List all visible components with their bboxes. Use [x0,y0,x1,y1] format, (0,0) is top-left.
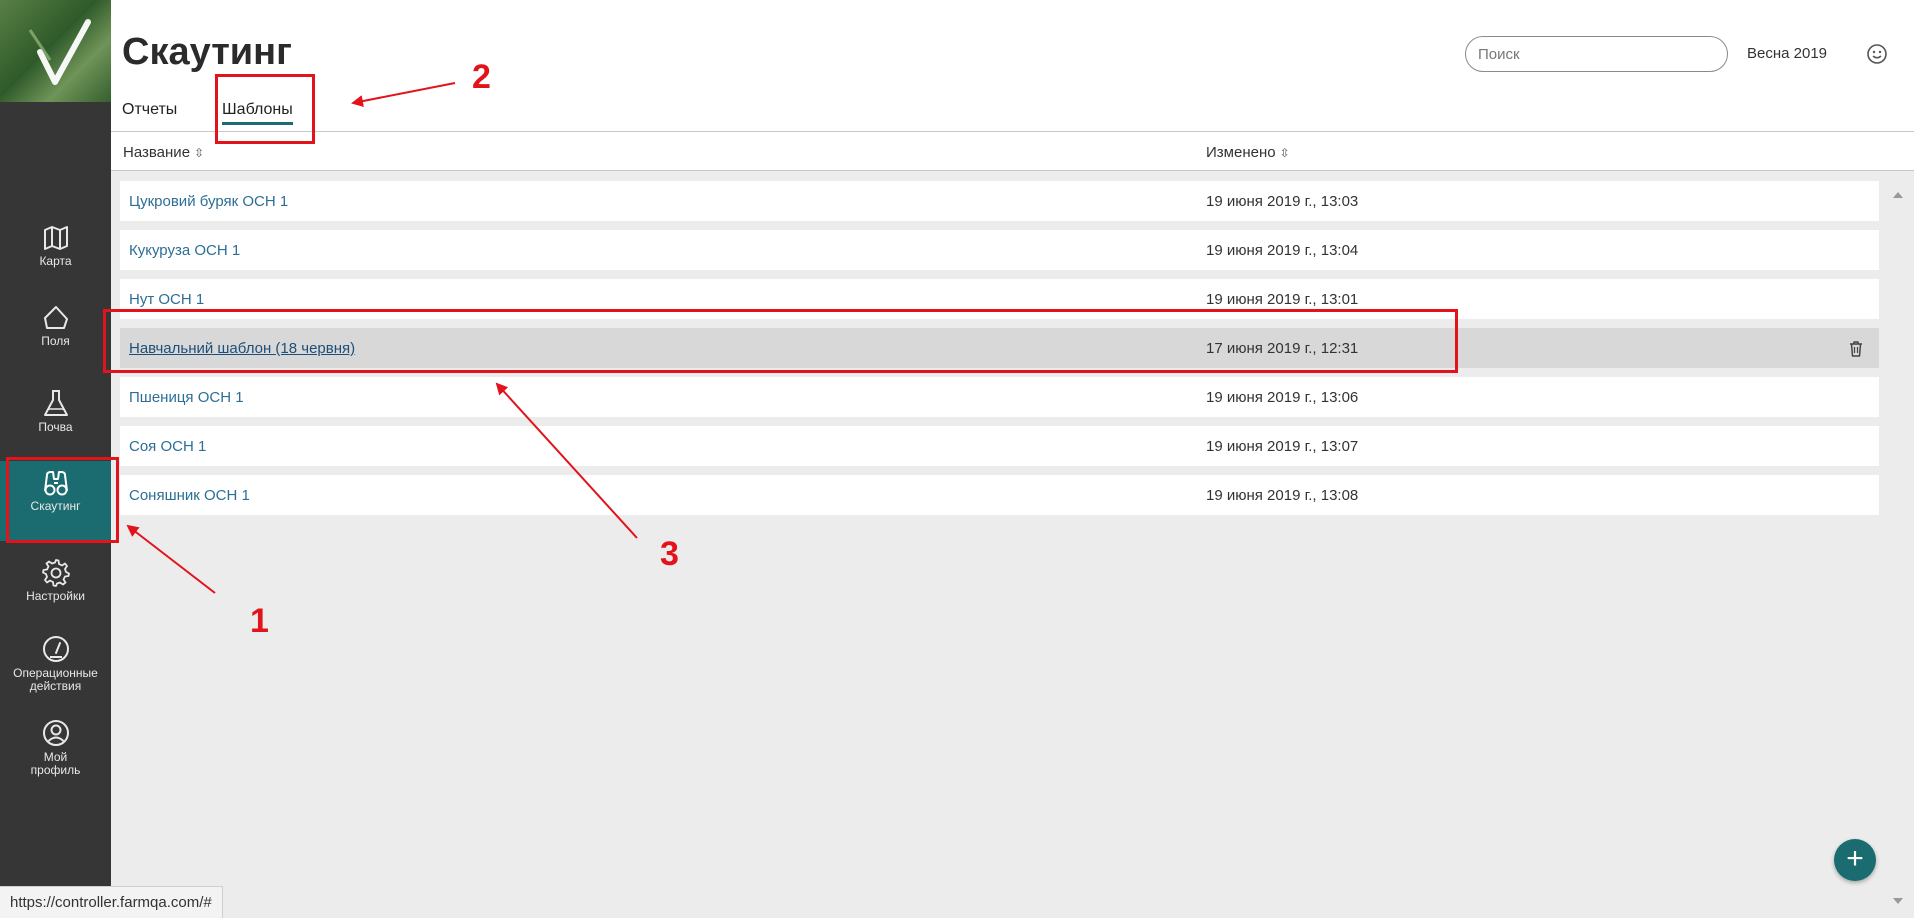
sidebar-item-label: Настройки [26,589,85,603]
sort-icon: ⇳ [194,146,205,160]
template-modified: 19 июня 2019 г., 13:08 [1206,487,1359,504]
table-row[interactable]: Соя ОСН 1 19 июня 2019 г., 13:07 [120,426,1879,466]
app-logo[interactable] [0,0,111,102]
sidebar-item-label: Поля [41,334,70,348]
annotation-box-row [103,309,1458,373]
season-selector[interactable]: Весна 2019 [1747,45,1827,62]
page-title: Скаутинг [122,31,292,73]
sidebar-item-operations[interactable]: Операционные действия [0,628,111,706]
template-name-link[interactable]: Соняшник ОСН 1 [129,487,250,504]
profile-icon [42,720,69,746]
search-input[interactable] [1465,36,1728,72]
tab-reports[interactable]: Отчеты [122,101,177,119]
table-header: Название ⇳ Изменено ⇳ [111,131,1914,171]
table-row[interactable]: Пшениця ОСН 1 19 июня 2019 г., 13:06 [120,377,1879,417]
add-template-button[interactable]: + [1834,839,1876,881]
sidebar-item-label: Карта [39,254,72,268]
annotation-number-3: 3 [660,535,679,573]
column-header-name[interactable]: Название ⇳ [123,144,204,161]
template-name-link[interactable]: Нут ОСН 1 [129,291,204,308]
annotation-number-2: 2 [472,58,491,96]
gauge-icon [42,636,69,662]
templates-table: Название ⇳ Изменено ⇳ Цукровий буряк ОСН 1… [111,131,1914,918]
table-row[interactable]: Соняшник ОСН 1 19 июня 2019 г., 13:08 [120,475,1879,515]
sidebar-item-label: Операционные действия [13,666,98,693]
annotation-box-templates-tab [215,74,315,144]
template-modified: 19 июня 2019 г., 13:04 [1206,242,1359,259]
template-name-link[interactable]: Цукровий буряк ОСН 1 [129,193,288,210]
trash-icon[interactable] [1848,340,1864,358]
table-row[interactable]: Цукровий буряк ОСН 1 19 июня 2019 г., 13… [120,181,1879,221]
scroll-down-arrow[interactable] [1893,898,1903,904]
sidebar-item-settings[interactable]: Настройки [0,551,111,629]
annotation-box-scouting [6,457,119,543]
status-bar-url: https://controller.farmqa.com/# [0,886,223,918]
template-name-link[interactable]: Соя ОСН 1 [129,438,206,455]
scroll-up-arrow[interactable] [1893,192,1903,198]
gear-icon [41,559,70,587]
sidebar-item-soil[interactable]: Почва [0,382,111,460]
field-icon [43,306,68,329]
template-modified: 19 июня 2019 г., 13:07 [1206,438,1359,455]
map-icon [43,226,68,250]
sidebar-item-label: Почва [38,420,73,434]
template-modified: 19 июня 2019 г., 13:06 [1206,389,1359,406]
sidebar-item-map[interactable]: Карта [0,218,111,296]
template-modified: 19 июня 2019 г., 13:03 [1206,193,1359,210]
table-row[interactable]: Кукуруза ОСН 1 19 июня 2019 г., 13:04 [120,230,1879,270]
template-modified: 19 июня 2019 г., 13:01 [1206,291,1359,308]
annotation-arrow-2 [351,82,456,107]
flask-icon [43,390,68,416]
sidebar-item-fields[interactable]: Поля [0,298,111,376]
sidebar-item-label: Мой профиль [30,750,81,777]
sidebar-item-profile[interactable]: Мой профиль [0,712,111,790]
column-header-modified[interactable]: Изменено ⇳ [1206,144,1290,161]
template-name-link[interactable]: Пшениця ОСН 1 [129,389,244,406]
smiley-icon[interactable] [1866,43,1888,65]
sort-icon: ⇳ [1279,146,1290,160]
annotation-number-1: 1 [250,602,269,640]
template-name-link[interactable]: Кукуруза ОСН 1 [129,242,240,259]
